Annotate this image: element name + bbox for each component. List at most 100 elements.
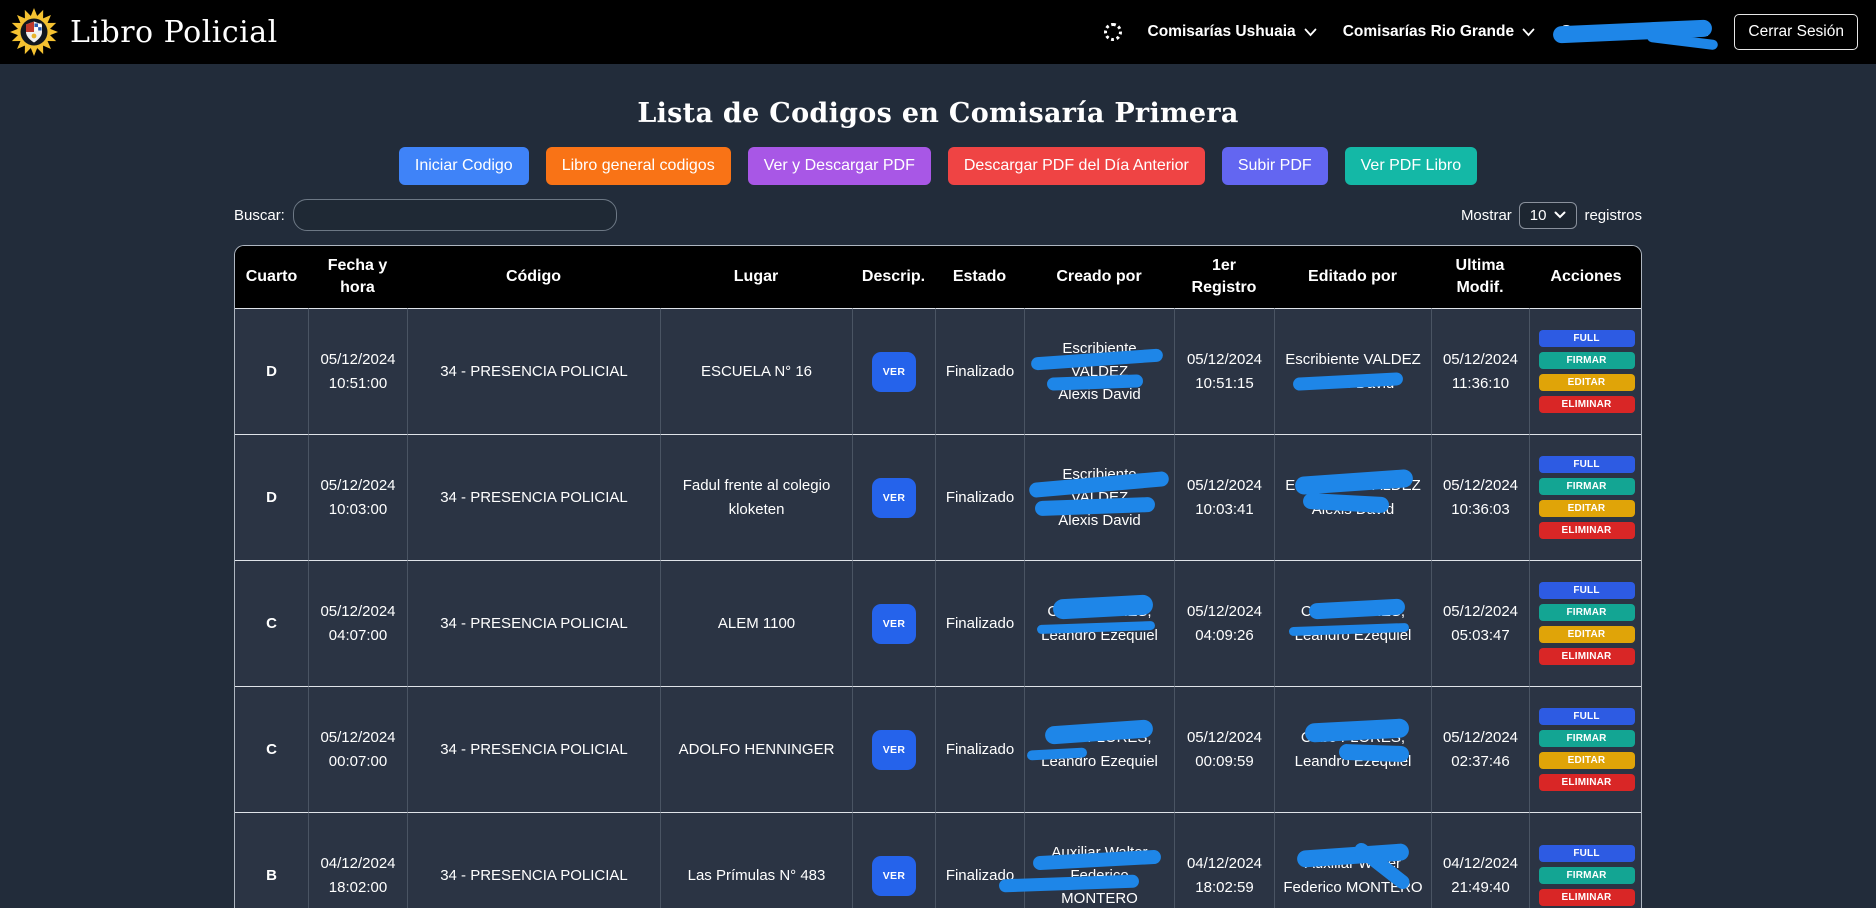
cell-acciones: FULL FIRMAR EDITAR ELIMINAR <box>1530 687 1642 812</box>
nav-comisarias-ushuaia[interactable]: Comisarías Ushuaia <box>1148 23 1317 41</box>
table-controls: Buscar: Mostrar 10 registros <box>234 199 1642 231</box>
cell-acciones: FULL FIRMAR ELIMINAR <box>1530 813 1642 908</box>
cell-fecha-hora: 05/12/202410:03:00 <box>309 435 407 560</box>
col-lugar: Lugar <box>660 246 852 308</box>
col-cuarto: Cuarto <box>235 246 308 308</box>
cell-fecha-hora: 05/12/202400:07:00 <box>309 687 407 812</box>
full-button[interactable]: FULL <box>1539 845 1635 862</box>
cell-1er-registro: 05/12/202410:03:41 <box>1175 435 1274 560</box>
cell-codigo: 34 - PRESENCIA POLICIAL <box>408 309 660 434</box>
editar-button[interactable]: EDITAR <box>1539 374 1635 391</box>
loading-spinner-icon <box>1104 23 1122 41</box>
cell-estado: Finalizado <box>936 813 1024 908</box>
full-button[interactable]: FULL <box>1539 582 1635 599</box>
iniciar-codigo-button[interactable]: Iniciar Codigo <box>399 147 529 185</box>
table-row: C 05/12/202400:07:00 34 - PRESENCIA POLI… <box>235 686 1642 812</box>
search-input[interactable] <box>293 199 617 231</box>
cell-ultima-modif: 05/12/202405:03:47 <box>1432 561 1529 686</box>
eliminar-button[interactable]: ELIMINAR <box>1539 396 1635 413</box>
editar-button[interactable]: EDITAR <box>1539 626 1635 643</box>
cell-cuarto: D <box>235 309 308 434</box>
records-label: registros <box>1584 207 1642 224</box>
cell-cuarto: C <box>235 561 308 686</box>
user-name-label: Sargento Rodríguez <box>1561 23 1708 40</box>
user-name: Sargento Rodríguez <box>1561 23 1708 41</box>
cell-ultima-modif: 04/12/202421:49:40 <box>1432 813 1529 908</box>
eliminar-button[interactable]: ELIMINAR <box>1539 774 1635 791</box>
ver-descargar-pdf-button[interactable]: Ver y Descargar PDF <box>748 147 931 185</box>
logout-button[interactable]: Cerrar Sesión <box>1734 14 1858 50</box>
navbar: Libro Policial Comisarías Ushuaia Comisa… <box>0 0 1876 64</box>
full-button[interactable]: FULL <box>1539 708 1635 725</box>
chevron-down-icon <box>1554 211 1566 219</box>
cell-cuarto: D <box>235 435 308 560</box>
ver-button[interactable]: VER <box>872 604 916 644</box>
cell-fecha-hora: 05/12/202404:07:00 <box>309 561 407 686</box>
table-row: B 04/12/202418:02:00 34 - PRESENCIA POLI… <box>235 812 1642 908</box>
ver-button[interactable]: VER <box>872 730 916 770</box>
col-fecha: Fecha y hora <box>308 246 407 308</box>
cell-1er-registro: 05/12/202410:51:15 <box>1175 309 1274 434</box>
brand: Libro Policial <box>10 8 278 56</box>
cell-creado-por: Escribiente VALDEZAlexis David <box>1025 309 1174 434</box>
cell-codigo: 34 - PRESENCIA POLICIAL <box>408 561 660 686</box>
cell-estado: Finalizado <box>936 561 1024 686</box>
cell-editado-por: Cabo FLORES,Leandro Ezequiel <box>1275 561 1431 686</box>
ver-button[interactable]: VER <box>872 352 916 392</box>
col-codigo: Código <box>407 246 660 308</box>
cell-codigo: 34 - PRESENCIA POLICIAL <box>408 687 660 812</box>
page-size-value: 10 <box>1530 207 1547 224</box>
search-label: Buscar: <box>234 207 285 224</box>
full-button[interactable]: FULL <box>1539 456 1635 473</box>
eliminar-button[interactable]: ELIMINAR <box>1539 648 1635 665</box>
table-header: Cuarto Fecha y hora Código Lugar Descrip… <box>235 246 1642 308</box>
ver-button[interactable]: VER <box>872 478 916 518</box>
toolbar: Iniciar Codigo Libro general codigos Ver… <box>0 147 1876 185</box>
firmar-button[interactable]: FIRMAR <box>1539 604 1635 621</box>
cell-editado-por: Cabo FLORES,Leandro Ezequiel <box>1275 687 1431 812</box>
libro-general-button[interactable]: Libro general codigos <box>546 147 731 185</box>
firmar-button[interactable]: FIRMAR <box>1539 478 1635 495</box>
chevron-down-icon <box>1522 28 1535 37</box>
eliminar-button[interactable]: ELIMINAR <box>1539 889 1635 906</box>
editar-button[interactable]: EDITAR <box>1539 752 1635 769</box>
col-acciones: Acciones <box>1529 246 1642 308</box>
cell-acciones: FULL FIRMAR EDITAR ELIMINAR <box>1530 435 1642 560</box>
cell-1er-registro: 05/12/202400:09:59 <box>1175 687 1274 812</box>
cell-codigo: 34 - PRESENCIA POLICIAL <box>408 435 660 560</box>
nav-comisarias-ushuaia-label: Comisarías Ushuaia <box>1148 23 1296 41</box>
police-crest-logo <box>10 8 58 56</box>
col-modif: Ultima Modif. <box>1431 246 1529 308</box>
codes-table: Cuarto Fecha y hora Código Lugar Descrip… <box>234 245 1642 908</box>
col-editado: Editado por <box>1274 246 1431 308</box>
cell-lugar: ESCUELA N° 16 <box>661 309 852 434</box>
cell-1er-registro: 05/12/202404:09:26 <box>1175 561 1274 686</box>
col-descrip: Descrip. <box>852 246 935 308</box>
eliminar-button[interactable]: ELIMINAR <box>1539 522 1635 539</box>
ver-pdf-libro-button[interactable]: Ver PDF Libro <box>1345 147 1477 185</box>
firmar-button[interactable]: FIRMAR <box>1539 867 1635 884</box>
cell-editado-por: Auxiliar WalterFederico MONTERO <box>1275 813 1431 908</box>
ver-button[interactable]: VER <box>872 856 916 896</box>
full-button[interactable]: FULL <box>1539 330 1635 347</box>
cell-cuarto: B <box>235 813 308 908</box>
col-registro: 1er Registro <box>1174 246 1274 308</box>
page-size-select[interactable]: 10 <box>1519 202 1578 229</box>
firmar-button[interactable]: FIRMAR <box>1539 730 1635 747</box>
descargar-pdf-ayer-button[interactable]: Descargar PDF del Día Anterior <box>948 147 1205 185</box>
cell-cuarto: C <box>235 687 308 812</box>
cell-creado-por: Escribiente VALDEZAlexis David <box>1025 435 1174 560</box>
cell-lugar: Las Prímulas N° 483 <box>661 813 852 908</box>
subir-pdf-button[interactable]: Subir PDF <box>1222 147 1328 185</box>
table-row: D 05/12/202410:51:00 34 - PRESENCIA POLI… <box>235 308 1642 434</box>
cell-editado-por: Escribiente VALDEZAlexis David <box>1275 435 1431 560</box>
cell-ultima-modif: 05/12/202410:36:03 <box>1432 435 1529 560</box>
cell-ultima-modif: 05/12/202411:36:10 <box>1432 309 1529 434</box>
editar-button[interactable]: EDITAR <box>1539 500 1635 517</box>
chevron-down-icon <box>1304 28 1317 37</box>
firmar-button[interactable]: FIRMAR <box>1539 352 1635 369</box>
cell-creado-por: Cabo FLORES,Leandro Ezequiel <box>1025 687 1174 812</box>
nav-comisarias-riogrande[interactable]: Comisarías Rio Grande <box>1343 23 1535 41</box>
col-creado: Creado por <box>1024 246 1174 308</box>
app-title: Libro Policial <box>70 15 278 50</box>
